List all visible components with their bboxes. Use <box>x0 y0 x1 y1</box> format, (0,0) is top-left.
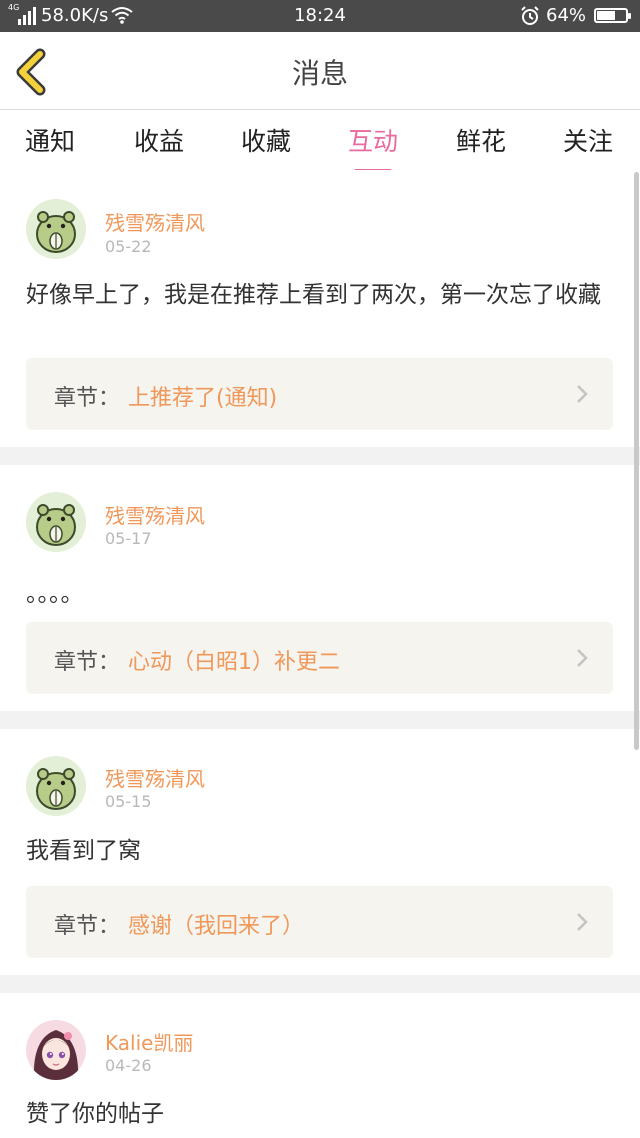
anime-girl-avatar-icon <box>26 1020 86 1080</box>
username[interactable]: 残雪殇清风 <box>105 500 205 529</box>
avatar[interactable] <box>26 492 86 552</box>
tab-following[interactable]: 关注 <box>563 122 613 158</box>
chapter-title: 上推荐了(通知) <box>128 386 278 411</box>
chapter-title: 心动（白昭1）补更二 <box>128 650 340 675</box>
message-date: 05-17 <box>105 529 152 548</box>
message-content: 。。。。 <box>26 581 84 607</box>
battery-percent: 64% <box>546 5 587 26</box>
chapter-label: 章节： <box>54 914 121 939</box>
chevron-right-icon <box>577 649 588 667</box>
tab-label: 收藏 <box>241 127 292 156</box>
tab-interactions[interactable]: 互动 <box>348 122 399 173</box>
chapter-link[interactable]: 章节： 感谢（我回来了） <box>26 886 613 958</box>
chapter-label: 章节： <box>54 650 121 675</box>
chevron-right-icon <box>577 385 588 403</box>
message-card: Kalie凯丽 04-26 赞了你的帖子 <box>0 993 640 1138</box>
message-date: 04-26 <box>105 1056 152 1075</box>
chevron-right-icon <box>577 913 588 931</box>
avatar[interactable] <box>26 1020 86 1080</box>
username[interactable]: 残雪殇清风 <box>105 207 205 236</box>
hamster-avatar-icon <box>26 492 86 552</box>
message-date: 05-22 <box>105 237 152 256</box>
hamster-avatar-icon <box>26 756 86 816</box>
page-title: 消息 <box>291 57 348 90</box>
battery-icon <box>594 8 631 23</box>
message-card: 残雪殇清风 05-17 。。。。 章节： 心动（白昭1）补更二 <box>0 465 640 711</box>
tab-notifications[interactable]: 通知 <box>25 122 75 158</box>
chapter-label: 章节： <box>54 386 121 411</box>
tab-label: 通知 <box>25 127 76 156</box>
tab-bar: 通知 收益 收藏 互动 鲜花 关注 <box>0 110 640 173</box>
tab-flowers[interactable]: 鲜花 <box>456 122 506 158</box>
username[interactable]: Kalie凯丽 <box>105 1027 193 1056</box>
chapter-title: 感谢（我回来了） <box>128 914 305 939</box>
chapter-link[interactable]: 章节： 上推荐了(通知) <box>26 358 613 430</box>
username[interactable]: 残雪殇清风 <box>105 763 205 792</box>
tab-label: 互动 <box>348 127 399 156</box>
status-bar: 4G 58.0K/s 18:24 64% <box>0 0 640 32</box>
tab-label: 关注 <box>563 127 614 156</box>
clock: 18:24 <box>294 5 346 26</box>
tab-label: 收益 <box>134 127 185 156</box>
message-card: 残雪殇清风 05-22 好像早上了，我是在推荐上看到了两次，第一次忘了收藏 章节… <box>0 170 640 447</box>
hamster-avatar-icon <box>26 199 86 259</box>
message-content: 好像早上了，我是在推荐上看到了两次，第一次忘了收藏 <box>26 282 601 308</box>
message-content: 我看到了窝 <box>26 838 141 864</box>
avatar[interactable] <box>26 199 86 259</box>
scrollbar[interactable] <box>634 172 639 750</box>
tab-label: 鲜花 <box>456 127 507 156</box>
message-list[interactable]: 残雪殇清风 05-22 好像早上了，我是在推荐上看到了两次，第一次忘了收藏 章节… <box>0 170 640 1138</box>
message-content: 赞了你的帖子 <box>26 1101 164 1127</box>
message-card: 残雪殇清风 05-15 我看到了窝 章节： 感谢（我回来了） <box>0 729 640 975</box>
battery-level <box>597 11 615 20</box>
title-bar: 消息 <box>0 32 640 110</box>
chapter-link[interactable]: 章节： 心动（白昭1）补更二 <box>26 622 613 694</box>
message-date: 05-15 <box>105 792 152 811</box>
avatar[interactable] <box>26 756 86 816</box>
tab-earnings[interactable]: 收益 <box>134 122 184 158</box>
tab-favorites[interactable]: 收藏 <box>241 122 291 158</box>
alarm-icon <box>521 6 539 25</box>
